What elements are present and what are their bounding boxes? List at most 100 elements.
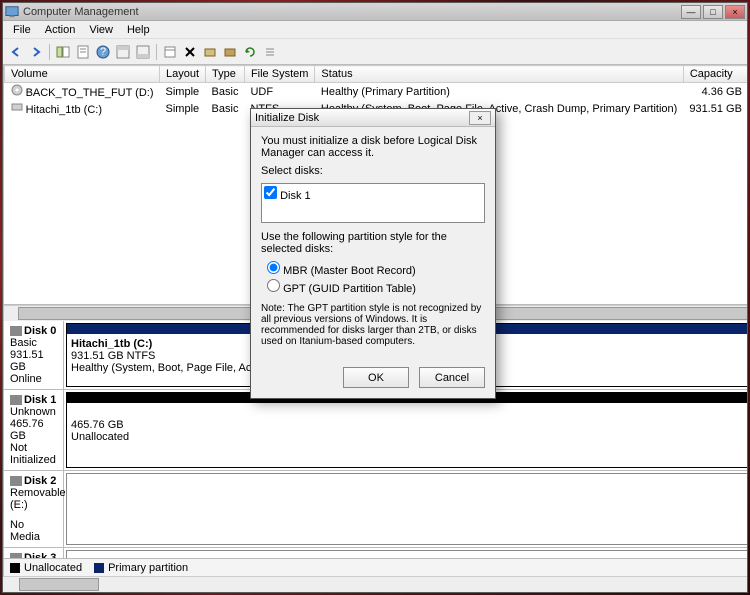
menubar: File Action View Help (3, 21, 747, 39)
view-bottom-button[interactable] (134, 43, 152, 61)
partition-size: 931.51 GB NTFS (71, 350, 155, 362)
show-hide-tree-button[interactable] (54, 43, 72, 61)
table-row[interactable]: BACK_TO_THE_FUT (D:) Simple Basic UDF He… (5, 83, 748, 101)
mbr-radio[interactable] (267, 261, 280, 274)
app-icon (5, 5, 19, 19)
delete-button[interactable] (181, 43, 199, 61)
disk1-checkbox[interactable] (264, 186, 277, 199)
minimize-button[interactable]: — (681, 5, 701, 19)
status-scrollbar[interactable] (3, 576, 747, 592)
disk-name: Disk 2 (24, 475, 56, 487)
partition-size: 465.76 GB (71, 419, 124, 431)
disk1-label: Disk 1 (280, 190, 311, 202)
partition-empty[interactable] (66, 550, 747, 558)
disk-info: Disk 1 Unknown 465.76 GB Not Initialized (4, 390, 64, 470)
disk-type: Removable (E:) (10, 487, 57, 511)
close-button[interactable]: × (725, 5, 745, 19)
titlebar: Computer Management — □ × (3, 3, 747, 21)
col-volume[interactable]: Volume (5, 66, 160, 83)
gpt-note: Note: The GPT partition style is not rec… (261, 303, 485, 347)
disk-size: 465.76 GB (10, 418, 57, 442)
disk-partitions (64, 471, 747, 547)
forward-button[interactable] (27, 43, 45, 61)
mbr-option[interactable]: MBR (Master Boot Record) (267, 261, 485, 277)
cell: Basic (206, 100, 245, 117)
dialog-body: You must initialize a disk before Logica… (251, 127, 495, 361)
cancel-button[interactable]: Cancel (419, 367, 485, 388)
legend-swatch-primary (94, 563, 104, 573)
back-button[interactable] (7, 43, 25, 61)
legend: Unallocated Primary partition (4, 558, 747, 576)
disk-state: Online (10, 373, 57, 385)
disk-icon (10, 395, 22, 405)
disc-icon (11, 84, 23, 96)
disk-nomedia: No Media (10, 519, 57, 543)
disk-name: Disk 0 (24, 325, 56, 337)
list-button[interactable] (261, 43, 279, 61)
cell: 931.51 GB (683, 100, 747, 117)
gpt-label: GPT (GUID Partition Table) (283, 283, 416, 295)
maximize-button[interactable]: □ (703, 5, 723, 19)
settings-button[interactable] (161, 43, 179, 61)
help-button[interactable]: ? (94, 43, 112, 61)
legend-label: Primary partition (108, 562, 188, 574)
ok-button[interactable]: OK (343, 367, 409, 388)
cell: BACK_TO_THE_FUT (D:) (26, 87, 154, 99)
disk-size: 931.51 GB (10, 349, 57, 373)
dialog-title: Initialize Disk (255, 112, 469, 124)
disk-row[interactable]: Disk 2 Removable (E:) No Media (4, 471, 747, 548)
partition-style-group: MBR (Master Boot Record) GPT (GUID Parti… (261, 261, 485, 295)
dialog-titlebar: Initialize Disk × (251, 109, 495, 127)
legend-label: Unallocated (24, 562, 82, 574)
col-status[interactable]: Status (315, 66, 683, 83)
gpt-option[interactable]: GPT (GUID Partition Table) (267, 279, 485, 295)
view-top-button[interactable] (114, 43, 132, 61)
disk-row[interactable]: Disk 3 Removable (F:) No Media (4, 548, 747, 558)
svg-text:?: ? (100, 46, 106, 58)
initialize-disk-dialog: Initialize Disk × You must initialize a … (250, 108, 496, 399)
col-layout[interactable]: Layout (160, 66, 206, 83)
disk-info: Disk 2 Removable (E:) No Media (4, 471, 64, 547)
partition-empty[interactable] (66, 473, 747, 545)
action-1-button[interactable] (201, 43, 219, 61)
action-2-button[interactable] (221, 43, 239, 61)
window-title: Computer Management (23, 6, 681, 18)
dialog-intro: You must initialize a disk before Logica… (261, 135, 485, 159)
disk-type: Unknown (10, 406, 57, 418)
disk-checkbox-row[interactable]: Disk 1 (264, 186, 482, 202)
gpt-radio[interactable] (267, 279, 280, 292)
cell: Simple (160, 83, 206, 101)
separator (156, 44, 157, 60)
disk-partitions: 465.76 GB Unallocated (64, 390, 747, 470)
mbr-label: MBR (Master Boot Record) (283, 265, 416, 277)
col-capacity[interactable]: Capacity (683, 66, 747, 83)
disk-icon (10, 326, 22, 336)
col-type[interactable]: Type (206, 66, 245, 83)
scrollbar-thumb[interactable] (19, 578, 99, 591)
disk-state: Not Initialized (10, 442, 57, 466)
menu-file[interactable]: File (7, 23, 37, 37)
cell: Hitachi_1tb (C:) (26, 104, 102, 116)
refresh-button[interactable] (241, 43, 259, 61)
disk-row[interactable]: Disk 1 Unknown 465.76 GB Not Initialized… (4, 390, 747, 471)
cell: Basic (206, 83, 245, 101)
disk-info: Disk 3 Removable (F:) No Media (4, 548, 64, 558)
menu-view[interactable]: View (83, 23, 119, 37)
partition-unallocated[interactable]: 465.76 GB Unallocated (66, 392, 747, 468)
legend-swatch-unallocated (10, 563, 20, 573)
dialog-close-button[interactable]: × (469, 111, 491, 125)
menu-help[interactable]: Help (121, 23, 156, 37)
partition-status: Unallocated (71, 431, 129, 443)
cell: Simple (160, 100, 206, 117)
disk-select-list[interactable]: Disk 1 (261, 183, 485, 223)
cell: 4.36 GB (683, 83, 747, 101)
disk-name: Disk 1 (24, 394, 56, 406)
col-fs[interactable]: File System (244, 66, 314, 83)
toolbar: ? (3, 39, 747, 65)
menu-action[interactable]: Action (39, 23, 82, 37)
separator (49, 44, 50, 60)
partition-label: Hitachi_1tb (C:) (71, 338, 152, 350)
disk-info: Disk 0 Basic 931.51 GB Online (4, 321, 64, 389)
drive-icon (11, 101, 23, 113)
properties-button[interactable] (74, 43, 92, 61)
